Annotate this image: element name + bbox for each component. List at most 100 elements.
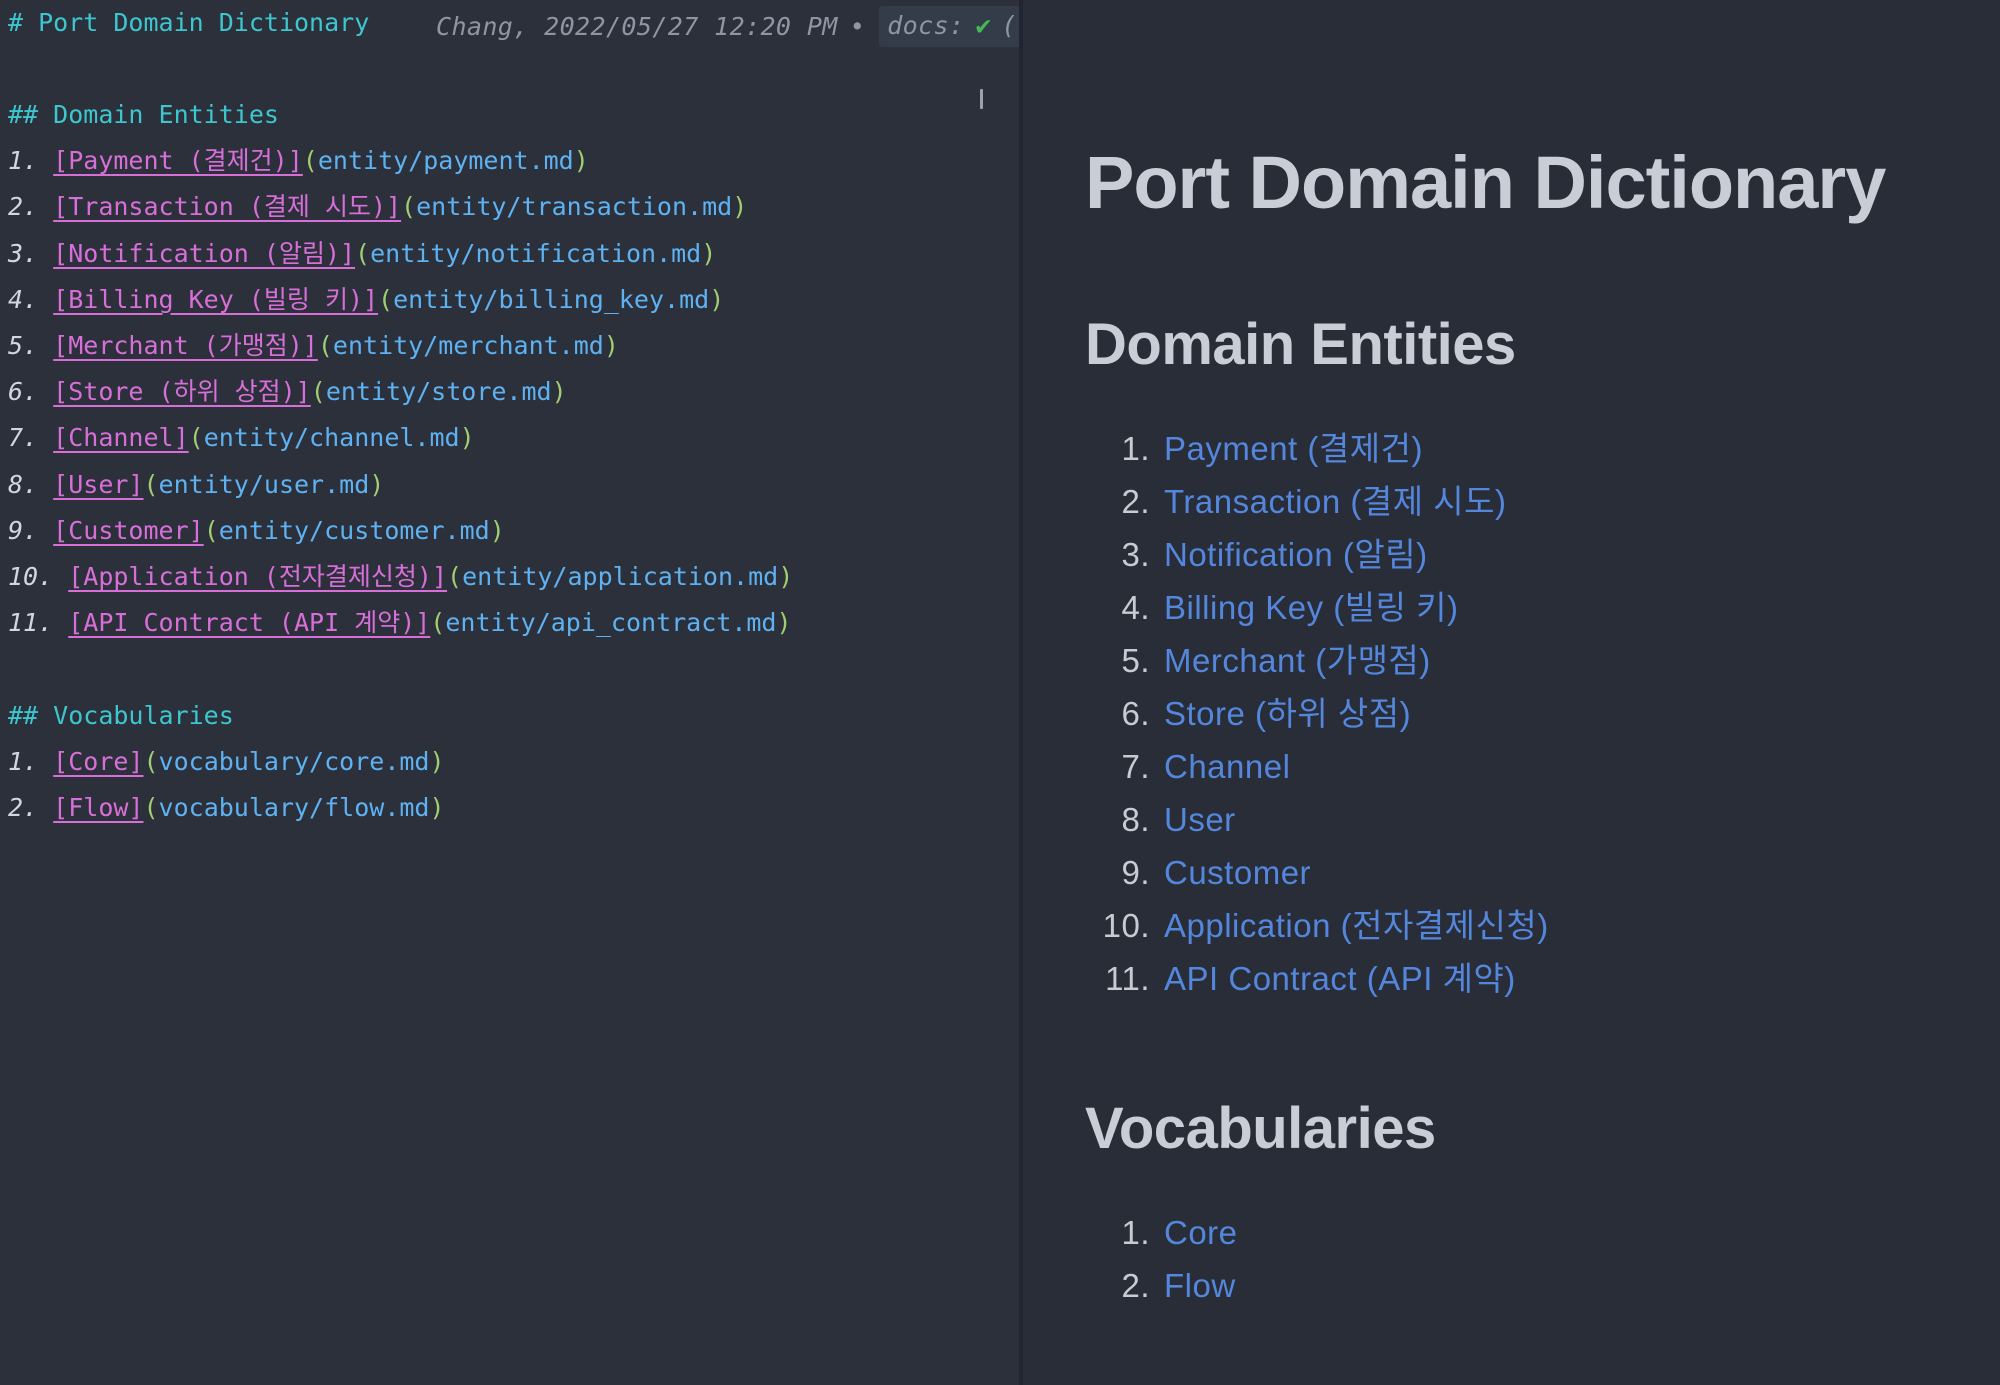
paren-close: ) <box>551 377 567 407</box>
list-number: 8. <box>1121 801 1150 838</box>
list-number: 3. <box>8 238 39 268</box>
preview-link[interactable]: Customer <box>1164 854 1311 891</box>
docs-label: docs: <box>887 11 965 40</box>
list-number: 1. <box>1121 430 1150 467</box>
preview-link[interactable]: Payment (결제건) <box>1164 430 1423 467</box>
markdown-link[interactable]: [Payment (결제건)] <box>53 146 303 175</box>
markdown-link[interactable]: [Notification (알림)] <box>53 239 355 268</box>
source-section-heading-vocabularies: ## Vocabularies <box>8 693 793 739</box>
link-target-path[interactable]: vocabulary/core.md <box>159 747 430 776</box>
preview-link[interactable]: Notification (알림) <box>1164 536 1428 573</box>
preview-list-item: 1. Payment (결제건) <box>1023 422 2000 475</box>
list-number: 3. <box>1121 536 1150 573</box>
list-number: 7. <box>8 423 39 453</box>
list-number: 10. <box>1102 907 1150 944</box>
preview-list-item: 6. Store (하위 상점) <box>1023 687 2000 740</box>
link-target-path[interactable]: entity/user.md <box>159 470 370 499</box>
preview-list-item: 10. Application (전자결제신청) <box>1023 899 2000 952</box>
preview-link[interactable]: API Contract (API 계약) <box>1164 960 1516 997</box>
markdown-link[interactable]: [Customer] <box>53 516 204 545</box>
markdown-link[interactable]: [Merchant (가맹점)] <box>53 331 318 360</box>
docs-status-chip[interactable]: docs: ✔ ( <box>879 6 1019 47</box>
meta-separator-dot: • <box>849 11 866 41</box>
paren-open: ( <box>317 331 333 361</box>
link-target-path[interactable]: entity/store.md <box>326 377 552 406</box>
source-list-item: 6. [Store (하위 상점)](entity/store.md) <box>8 369 793 415</box>
link-target-path[interactable]: entity/merchant.md <box>333 331 604 360</box>
markdown-link[interactable]: [Flow] <box>53 793 143 822</box>
paren-close: ) <box>489 515 505 545</box>
list-number: 1. <box>8 746 39 776</box>
paren-close: ) <box>701 238 717 268</box>
preview-link[interactable]: Store (하위 상점) <box>1164 695 1411 732</box>
preview-link[interactable]: Transaction (결제 시도) <box>1164 483 1506 520</box>
markdown-source-pane[interactable]: # Port Domain Dictionary Chang, 2022/05/… <box>0 0 1019 1385</box>
markdown-link[interactable]: [Core] <box>53 747 143 776</box>
link-target-path[interactable]: entity/channel.md <box>204 423 460 452</box>
preview-list-item: 7. Channel <box>1023 740 2000 793</box>
preview-list-item: 8. User <box>1023 793 2000 846</box>
paren-open: ( <box>143 793 159 823</box>
list-number: 2. <box>1121 1267 1150 1304</box>
check-icon: ✔ <box>975 11 992 41</box>
list-number: 5. <box>1121 642 1150 679</box>
link-target-path[interactable]: entity/notification.md <box>370 239 701 268</box>
preview-link[interactable]: Channel <box>1164 748 1290 785</box>
preview-link[interactable]: Application (전자결제신청) <box>1164 907 1549 944</box>
paren-close: ) <box>429 746 445 776</box>
markdown-preview-pane[interactable]: Port Domain Dictionary Domain Entities 1… <box>1023 0 2000 1385</box>
preview-link[interactable]: Flow <box>1164 1267 1236 1304</box>
markdown-link[interactable]: [API Contract (API 계약)] <box>68 608 430 637</box>
list-number: 10. <box>8 562 54 592</box>
paren-open: ( <box>378 284 394 314</box>
list-number: 4. <box>8 284 39 314</box>
source-list-item: 5. [Merchant (가맹점)](entity/merchant.md) <box>8 323 793 369</box>
markdown-link[interactable]: [Billing Key (빌링 키)] <box>53 285 378 314</box>
preview-link[interactable]: Merchant (가맹점) <box>1164 642 1431 679</box>
link-target-path[interactable]: entity/customer.md <box>219 516 490 545</box>
markdown-link[interactable]: [User] <box>53 470 143 499</box>
preview-list-item: 2. Transaction (결제 시도) <box>1023 475 2000 528</box>
paren-close: ) <box>573 146 589 176</box>
source-list-item: 3. [Notification (알림)](entity/notificati… <box>8 231 793 277</box>
markdown-link[interactable]: [Application (전자결제신청)] <box>68 562 447 591</box>
link-target-path[interactable]: entity/payment.md <box>318 146 574 175</box>
list-number: 11. <box>1105 960 1150 997</box>
doc-meta: Chang, 2022/05/27 12:20 PM • docs: ✔ ( <box>436 6 1019 47</box>
preview-list-item: 4. Billing Key (빌링 키) <box>1023 581 2000 634</box>
meta-author-date: Chang, 2022/05/27 12:20 PM <box>436 11 838 41</box>
source-list-item: 2. [Transaction (결제 시도)](entity/transact… <box>8 184 793 230</box>
list-number: 5. <box>8 331 39 361</box>
source-title-line: # Port Domain Dictionary Chang, 2022/05/… <box>8 6 1019 47</box>
paren-close: ) <box>603 331 619 361</box>
paren-close: ) <box>709 284 725 314</box>
link-target-path[interactable]: entity/transaction.md <box>416 192 732 221</box>
source-entity-list: 1. [Payment (결제건)](entity/payment.md) 2. … <box>8 138 793 646</box>
preview-section-heading-entities: Domain Entities <box>1085 312 1516 377</box>
preview-link[interactable]: Core <box>1164 1214 1238 1251</box>
preview-list-item: 2. Flow <box>1023 1259 2000 1312</box>
preview-list-item: 5. Merchant (가맹점) <box>1023 634 2000 687</box>
preview-link[interactable]: User <box>1164 801 1236 838</box>
paren-close: ) <box>778 562 794 592</box>
source-list-item: 10. [Application (전자결제신청)](entity/applic… <box>8 554 793 600</box>
markdown-link[interactable]: [Channel] <box>53 423 188 452</box>
paren-open: ( <box>355 238 371 268</box>
source-body: ## Domain Entities 1. [Payment (결제건)](en… <box>8 92 793 831</box>
paren-close: ) <box>732 192 748 222</box>
preview-section-heading-vocabularies: Vocabularies <box>1085 1096 1436 1161</box>
list-number: 9. <box>1121 854 1150 891</box>
preview-list-item: 11. API Contract (API 계약) <box>1023 952 2000 1005</box>
source-blank-line <box>8 646 793 692</box>
link-target-path[interactable]: entity/billing_key.md <box>393 285 709 314</box>
list-number: 7. <box>1121 748 1150 785</box>
link-target-path[interactable]: entity/api_contract.md <box>445 608 776 637</box>
preview-link[interactable]: Billing Key (빌링 키) <box>1164 589 1458 626</box>
list-number: 1. <box>1121 1214 1150 1251</box>
link-target-path[interactable]: entity/application.md <box>462 562 778 591</box>
markdown-link[interactable]: [Transaction (결제 시도)] <box>53 192 401 221</box>
trailing-paren: ( <box>1001 11 1017 40</box>
link-target-path[interactable]: vocabulary/flow.md <box>159 793 430 822</box>
markdown-link[interactable]: [Store (하위 상점)] <box>53 377 311 406</box>
paren-close: ) <box>776 608 792 638</box>
